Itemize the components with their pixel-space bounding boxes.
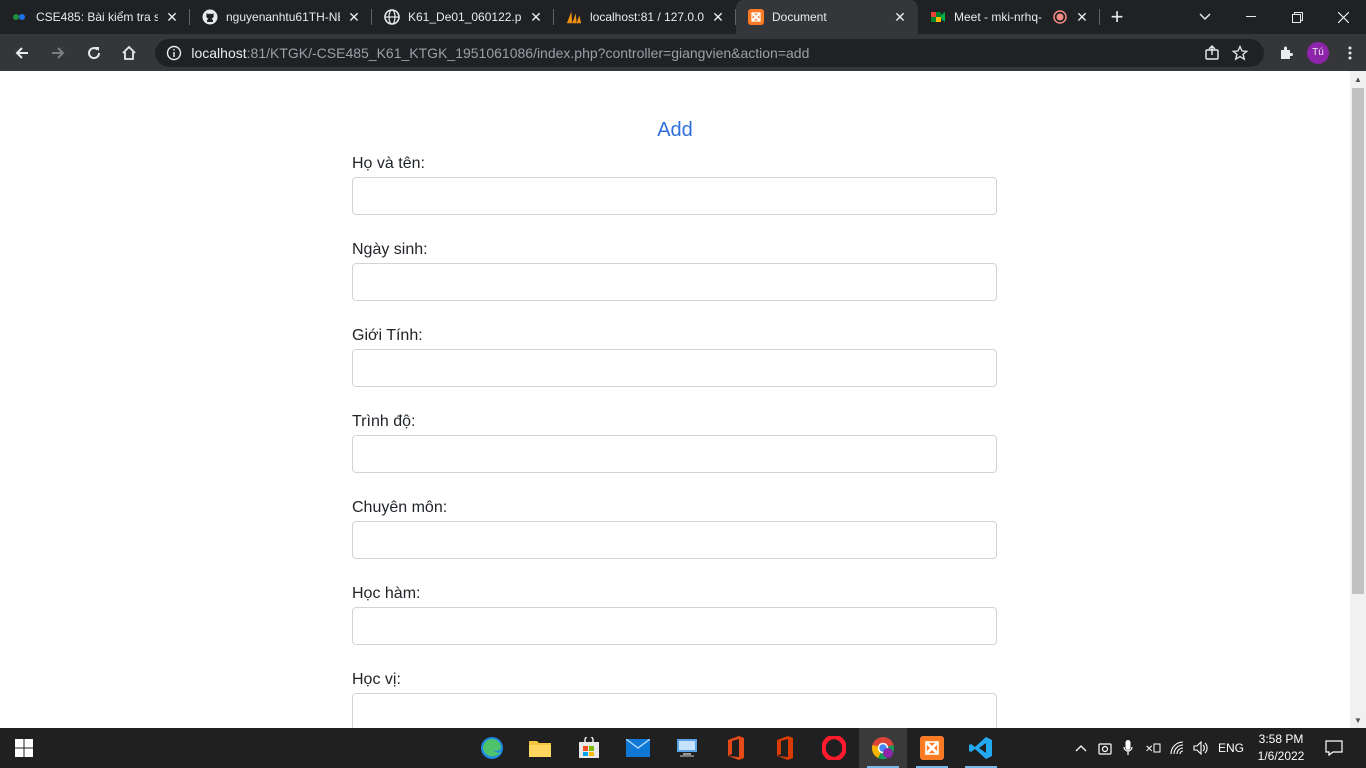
scrollbar-thumb[interactable] [1352, 88, 1364, 594]
windows-start-icon[interactable] [0, 728, 48, 768]
url-text[interactable]: localhost:81/KTGK/-CSE485_K61_KTGK_19510… [191, 45, 1198, 61]
back-icon[interactable] [6, 37, 38, 69]
vscode-icon[interactable] [957, 728, 1005, 768]
page-title: Add [657, 119, 693, 141]
menu-icon[interactable] [1334, 37, 1366, 69]
xampp-taskbar-icon[interactable] [908, 728, 956, 768]
reload-icon[interactable] [78, 37, 110, 69]
page-content: Add Họ và tên: Ngày sinh: Giới Tính: Trì… [0, 71, 1350, 728]
browser-toolbar: localhost:81/KTGK/-CSE485_K61_KTGK_19510… [0, 34, 1366, 71]
tab-title: CSE485: Bài kiểm tra s [36, 10, 158, 24]
taskbar-clock[interactable]: 3:58 PM 1/6/2022 [1254, 731, 1308, 765]
field-trinh-do: Trình độ: [352, 411, 997, 473]
scroll-up-icon[interactable]: ▲ [1350, 71, 1366, 87]
remote-desktop-icon[interactable] [663, 728, 711, 768]
recording-icon [1052, 9, 1068, 25]
xampp-icon [748, 9, 764, 25]
notifications-icon[interactable] [1316, 728, 1352, 768]
show-hidden-icons[interactable] [1072, 728, 1090, 768]
input-method-icon[interactable]: ✕ [1143, 728, 1163, 768]
extensions-icon[interactable] [1270, 37, 1302, 69]
field-hoc-vi: Học vị: [352, 669, 997, 728]
minimize-icon[interactable] [1228, 0, 1274, 34]
tab-classroom[interactable]: CSE485: Bài kiểm tra s ✕ [0, 0, 190, 34]
tab-meet[interactable]: Meet - mki-nrhq- ✕ [918, 0, 1100, 34]
field-label: Học vị: [352, 671, 401, 688]
bookmark-star-icon[interactable] [1226, 41, 1254, 65]
opera-icon[interactable] [810, 728, 858, 768]
close-icon[interactable]: ✕ [164, 9, 180, 25]
field-label: Giới Tính: [352, 327, 423, 344]
mail-icon[interactable] [614, 728, 662, 768]
tab-title: Meet - mki-nrhq- [954, 10, 1043, 24]
volume-icon[interactable] [1191, 728, 1211, 768]
hoc-ham-input[interactable] [352, 607, 997, 645]
field-label: Trình độ: [352, 413, 416, 430]
browser-tab-strip: CSE485: Bài kiểm tra s ✕ nguyenanhtu61TH… [0, 0, 1366, 34]
tab-title: Document [772, 10, 827, 24]
phpmyadmin-icon [566, 9, 582, 25]
hoc-vi-input[interactable] [352, 693, 997, 728]
restore-icon[interactable] [1274, 0, 1320, 34]
tab-phpmyadmin[interactable]: localhost:81 / 127.0.0. ✕ [554, 0, 736, 34]
tab-search-icon[interactable] [1182, 0, 1228, 34]
classroom-icon [12, 9, 28, 25]
field-gioi-tinh: Giới Tính: [352, 325, 997, 387]
wifi-icon[interactable] [1168, 728, 1188, 768]
clock-date: 1/6/2022 [1257, 749, 1305, 763]
chuyen-mon-input[interactable] [352, 521, 997, 559]
office-icon[interactable] [712, 728, 760, 768]
office-alt-icon[interactable] [761, 728, 809, 768]
close-window-icon[interactable] [1320, 0, 1366, 34]
tab-github[interactable]: nguyenanhtu61TH-NE ✕ [190, 0, 372, 34]
ho-va-ten-input[interactable] [352, 177, 997, 215]
camera-icon[interactable] [1096, 728, 1114, 768]
info-icon[interactable] [165, 44, 183, 62]
url-host: localhost [191, 44, 247, 61]
field-hoc-ham: Học hàm: [352, 583, 997, 645]
edge-icon[interactable] [468, 728, 516, 768]
close-icon[interactable]: ✕ [528, 9, 544, 25]
scroll-down-icon[interactable]: ▼ [1350, 712, 1366, 728]
field-label: Chuyên môn: [352, 499, 448, 516]
share-icon[interactable] [1198, 41, 1226, 65]
address-bar[interactable]: localhost:81/KTGK/-CSE485_K61_KTGK_19510… [155, 38, 1264, 67]
home-icon[interactable] [114, 37, 146, 69]
store-icon[interactable] [565, 728, 613, 768]
tab-title: localhost:81 / 127.0.0. [590, 10, 704, 24]
close-icon[interactable]: ✕ [892, 9, 908, 25]
meet-icon [930, 9, 946, 25]
page-scrollbar[interactable]: ▲ ▼ [1350, 71, 1366, 728]
github-icon [202, 9, 218, 25]
tab-document[interactable]: Document ✕ [736, 0, 918, 34]
ngay-sinh-input[interactable] [352, 263, 997, 301]
windows-taskbar: ✕ ENG 3:58 PM 1/6/2022 [0, 728, 1366, 768]
tab-title: K61_De01_060122.pdf [408, 10, 522, 24]
gioi-tinh-input[interactable] [352, 349, 997, 387]
clock-time: 3:58 PM [1258, 732, 1304, 746]
chrome-icon[interactable] [859, 728, 907, 768]
language-indicator[interactable]: ENG [1214, 728, 1248, 768]
globe-icon [384, 9, 400, 25]
field-ngay-sinh: Ngày sinh: [352, 239, 997, 301]
svg-text:✕: ✕ [1145, 744, 1153, 754]
microphone-icon[interactable] [1120, 728, 1136, 768]
close-icon[interactable]: ✕ [346, 9, 362, 25]
field-label: Họ và tên: [352, 155, 425, 172]
profile-avatar[interactable]: Tú [1307, 41, 1329, 64]
trinh-do-input[interactable] [352, 435, 997, 473]
field-label: Học hàm: [352, 585, 421, 602]
new-tab-icon[interactable]: + [1100, 0, 1134, 34]
url-path: :81/KTGK/-CSE485_K61_KTGK_1951061086/ind… [246, 44, 810, 61]
tab-title: nguyenanhtu61TH-NE [226, 10, 340, 24]
close-icon[interactable]: ✕ [710, 9, 726, 25]
file-explorer-icon[interactable] [516, 728, 564, 768]
close-icon[interactable]: ✕ [1074, 9, 1090, 25]
tab-pdf[interactable]: K61_De01_060122.pdf ✕ [372, 0, 554, 34]
field-ho-va-ten: Họ và tên: [352, 153, 997, 215]
field-label: Ngày sinh: [352, 241, 428, 258]
forward-icon[interactable] [42, 37, 74, 69]
field-chuyen-mon: Chuyên môn: [352, 497, 997, 559]
